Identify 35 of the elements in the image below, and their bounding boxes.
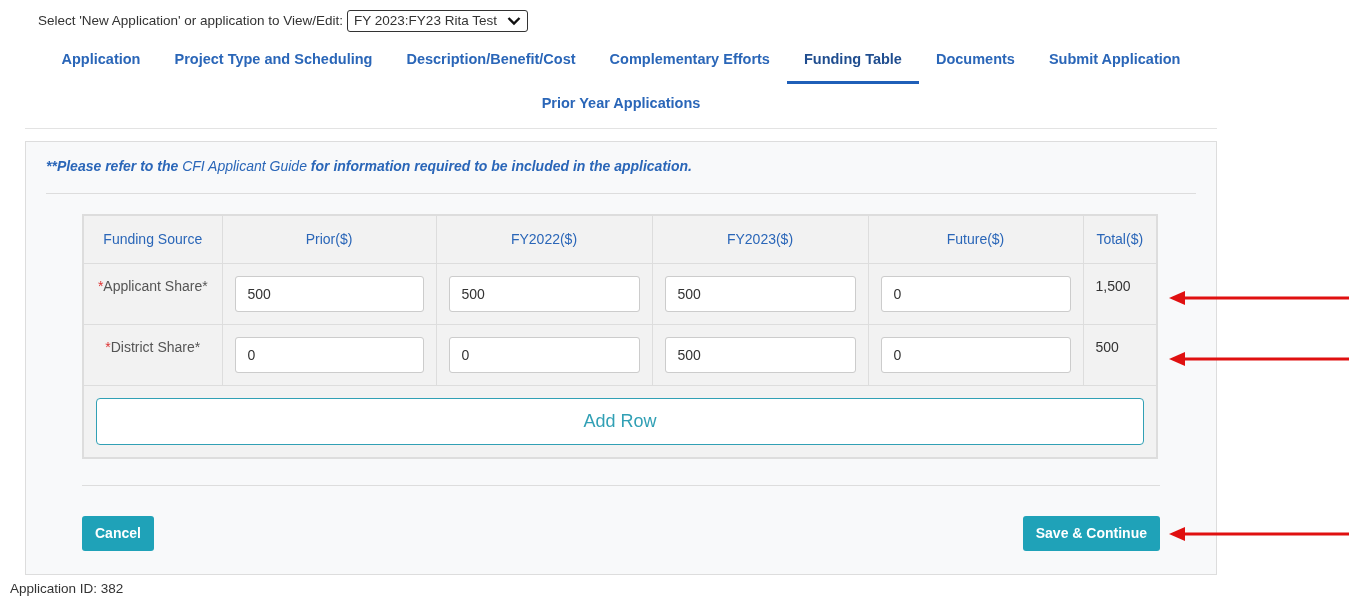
column-header: Total($): [1083, 215, 1156, 264]
tab[interactable]: Application: [44, 40, 158, 84]
amount-input[interactable]: 500: [664, 337, 856, 373]
amount-input[interactable]: 0: [448, 337, 640, 373]
amount-input[interactable]: 0: [234, 337, 424, 373]
amount-input[interactable]: 500: [664, 276, 856, 312]
amount-input[interactable]: 500: [448, 276, 640, 312]
selector-label: Select 'New Application' or application to View/Edit:: [38, 11, 344, 30]
row-label: *Applicant Share*: [97, 278, 208, 294]
row-total: 1,500: [1095, 278, 1131, 294]
column-header: Future($): [868, 215, 1083, 264]
notice-text: **Please refer to the CFI Applicant Guide for information required to be included in the application.: [46, 155, 1196, 194]
column-header: FY2023($): [652, 215, 868, 264]
tab[interactable]: Complementary Efforts: [592, 40, 787, 84]
tab[interactable]: Documents: [918, 40, 1032, 84]
amount-input[interactable]: 0: [880, 276, 1071, 312]
amount-input[interactable]: 0: [880, 337, 1071, 373]
save-continue-button[interactable]: Save & Continue: [1022, 516, 1160, 551]
column-header: Prior($): [222, 215, 436, 264]
add-row-button[interactable]: Add Row: [96, 398, 1144, 445]
tab[interactable]: Funding Table: [786, 40, 919, 84]
tab[interactable]: Description/Benefit/Cost: [389, 40, 593, 84]
tab[interactable]: Project Type and Scheduling: [157, 40, 390, 84]
tab[interactable]: Prior Year Applications: [524, 83, 718, 128]
row-total: 500: [1095, 339, 1119, 355]
column-header: FY2022($): [436, 215, 652, 264]
column-header: Funding Source: [84, 215, 222, 264]
cancel-button[interactable]: Cancel: [82, 516, 154, 551]
row-label: *District Share*: [105, 339, 201, 355]
application-id: Application ID: 382: [9, 579, 125, 598]
amount-input[interactable]: 500: [234, 276, 424, 312]
guide-link[interactable]: CFI Applicant Guide: [182, 157, 307, 174]
chevron-down-icon: [506, 16, 521, 26]
application-dropdown[interactable]: FY 2023:FY23 Rita Test: [347, 10, 528, 32]
tab[interactable]: Submit Application: [1031, 40, 1198, 84]
